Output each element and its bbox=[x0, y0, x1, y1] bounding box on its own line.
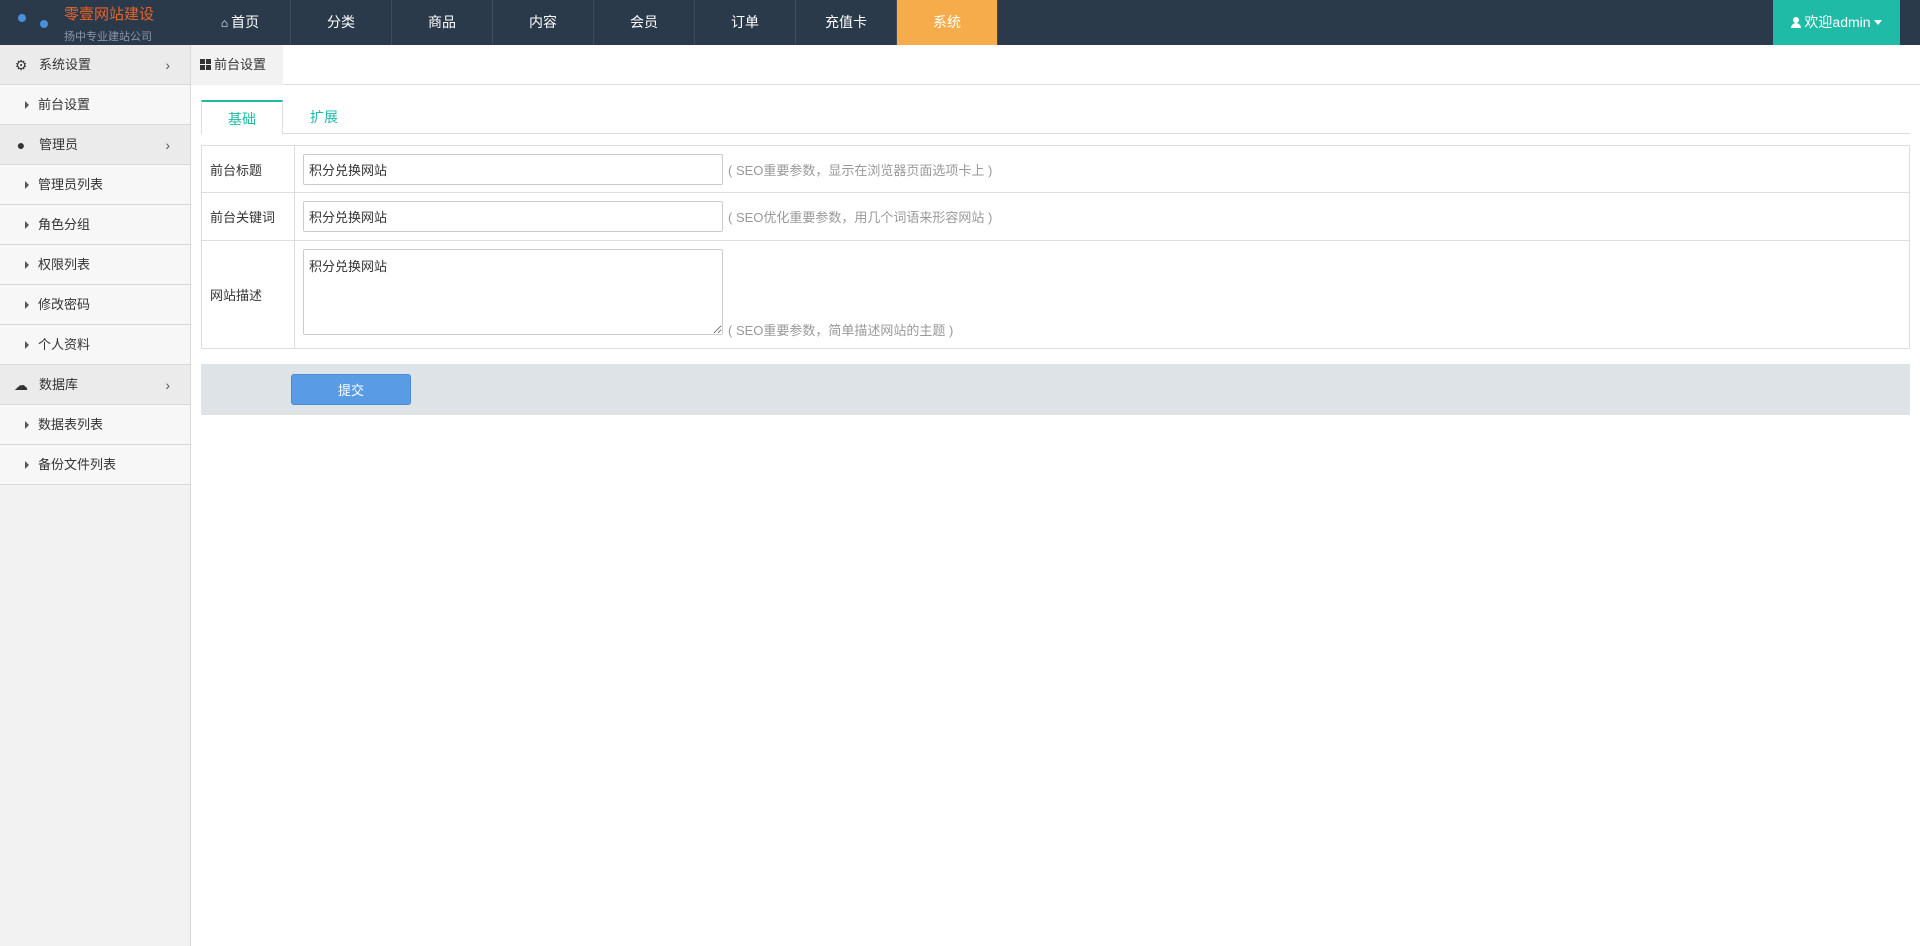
nav-item-member[interactable]: 会员 bbox=[594, 0, 695, 45]
site-title-input[interactable] bbox=[303, 153, 723, 185]
sidebar-group-label: 数据库 bbox=[39, 377, 79, 392]
form-actions: 提交 bbox=[201, 364, 1910, 415]
nav-item-category[interactable]: 分类 bbox=[291, 0, 392, 45]
sidebar-item-label: 修改密码 bbox=[38, 297, 91, 312]
top-navbar: 零壹网站建设 扬中专业建站公司 ⌂ 首页 分类 商品 内容 会员 订单 充值卡 系… bbox=[0, 0, 1920, 45]
sidebar-item-change-password[interactable]: 修改密码 bbox=[0, 285, 190, 325]
sidebar-item-role-groups[interactable]: 角色分组 bbox=[0, 205, 190, 245]
page-tab-label: 前台设置 bbox=[214, 57, 267, 72]
site-description-textarea[interactable]: 积分兑换网站 bbox=[303, 249, 723, 335]
sidebar-item-backup-list[interactable]: 备份文件列表 bbox=[0, 445, 190, 485]
field-cell: ( SEO重要参数，显示在浏览器页面选项卡上 ) bbox=[295, 146, 1909, 192]
caret-right-icon bbox=[25, 421, 29, 429]
field-hint: ( SEO重要参数，显示在浏览器页面选项卡上 ) bbox=[728, 162, 993, 178]
tab-basic[interactable]: 基础 bbox=[201, 100, 283, 135]
main-nav: ⌂ 首页 分类 商品 内容 会员 订单 充值卡 系统 bbox=[190, 0, 998, 45]
field-cell: ( SEO优化重要参数，用几个词语来形容网站 ) bbox=[295, 193, 1909, 240]
page-tab-bar: 前台设置 bbox=[191, 45, 1920, 85]
sidebar-group-system-settings[interactable]: ⚙ 系统设置 › bbox=[0, 45, 190, 85]
caret-right-icon bbox=[25, 261, 29, 269]
nav-item-goods[interactable]: 商品 bbox=[392, 0, 493, 45]
sidebar-item-label: 个人资料 bbox=[38, 337, 91, 352]
grid-icon bbox=[200, 59, 211, 70]
sidebar-group-admin[interactable]: ● 管理员 › bbox=[0, 125, 190, 165]
nav-item-label: 商品 bbox=[428, 14, 456, 30]
field-cell: 积分兑换网站 ( SEO重要参数，简单描述网站的主题 ) bbox=[295, 241, 1909, 348]
brand-subtitle: 扬中专业建站公司 bbox=[64, 31, 152, 43]
brand-logo[interactable]: 零壹网站建设 扬中专业建站公司 bbox=[0, 0, 190, 45]
field-label: 前台关键词 bbox=[202, 193, 295, 240]
chevron-right-icon: › bbox=[165, 377, 170, 393]
sidebar: ⚙ 系统设置 › 前台设置 ● 管理员 › 管理员列表 角色分组 权限列表 修改… bbox=[0, 45, 191, 946]
nav-item-home[interactable]: ⌂ 首页 bbox=[190, 0, 291, 45]
user-menu-label: 欢迎admin bbox=[1804, 14, 1871, 30]
nav-item-label: 充值卡 bbox=[825, 14, 867, 30]
page-tab-frontend-settings[interactable]: 前台设置 bbox=[191, 45, 283, 85]
nav-item-label: 系统 bbox=[933, 14, 961, 30]
field-hint: ( SEO重要参数，简单描述网站的主题 ) bbox=[728, 323, 954, 338]
form-row-title: 前台标题 ( SEO重要参数，显示在浏览器页面选项卡上 ) bbox=[202, 146, 1909, 193]
sidebar-group-database[interactable]: ☁ 数据库 › bbox=[0, 365, 190, 405]
person-icon: ● bbox=[16, 137, 26, 153]
field-hint: ( SEO优化重要参数，用几个词语来形容网站 ) bbox=[728, 210, 993, 225]
caret-right-icon bbox=[25, 301, 29, 309]
caret-down-icon bbox=[1873, 20, 1882, 25]
form-tabs: 基础 扩展 bbox=[201, 100, 1910, 135]
sidebar-item-label: 备份文件列表 bbox=[38, 457, 117, 472]
tab-extended[interactable]: 扩展 bbox=[283, 100, 365, 134]
user-icon bbox=[1791, 17, 1802, 28]
sidebar-item-label: 数据表列表 bbox=[38, 417, 104, 432]
caret-right-icon bbox=[25, 101, 29, 109]
caret-right-icon bbox=[25, 221, 29, 229]
caret-right-icon bbox=[25, 341, 29, 349]
brand-title: 零壹网站建设 bbox=[64, 5, 155, 23]
sidebar-item-label: 前台设置 bbox=[38, 97, 91, 112]
sidebar-group-label: 管理员 bbox=[39, 137, 79, 152]
sidebar-item-frontend-settings[interactable]: 前台设置 bbox=[0, 85, 190, 125]
caret-right-icon bbox=[25, 181, 29, 189]
nav-item-label: 会员 bbox=[630, 14, 658, 30]
nav-item-label: 首页 bbox=[231, 14, 260, 30]
settings-form: 前台标题 ( SEO重要参数，显示在浏览器页面选项卡上 ) 前台关键词 ( SE… bbox=[201, 145, 1910, 349]
chevron-right-icon: › bbox=[165, 57, 170, 73]
nav-item-label: 内容 bbox=[529, 14, 557, 30]
nav-item-system[interactable]: 系统 bbox=[897, 0, 998, 45]
sidebar-item-label: 权限列表 bbox=[38, 257, 91, 272]
sidebar-item-table-list[interactable]: 数据表列表 bbox=[0, 405, 190, 445]
site-keywords-input[interactable] bbox=[303, 201, 723, 232]
home-icon: ⌂ bbox=[220, 16, 229, 30]
caret-right-icon bbox=[25, 461, 29, 469]
sidebar-item-label: 角色分组 bbox=[38, 217, 91, 232]
submit-button[interactable]: 提交 bbox=[291, 374, 411, 405]
form-row-description: 网站描述 积分兑换网站 ( SEO重要参数，简单描述网站的主题 ) bbox=[202, 241, 1909, 348]
user-menu-button[interactable]: 欢迎admin bbox=[1773, 0, 1900, 45]
nav-item-order[interactable]: 订单 bbox=[695, 0, 796, 45]
chevron-right-icon: › bbox=[165, 137, 170, 153]
nav-item-label: 分类 bbox=[327, 14, 355, 30]
nav-item-label: 订单 bbox=[731, 14, 759, 30]
nav-item-recharge-card[interactable]: 充值卡 bbox=[796, 0, 897, 45]
sidebar-item-label: 管理员列表 bbox=[38, 177, 104, 192]
field-label: 前台标题 bbox=[202, 146, 295, 192]
nav-item-content[interactable]: 内容 bbox=[493, 0, 594, 45]
form-row-keywords: 前台关键词 ( SEO优化重要参数，用几个词语来形容网站 ) bbox=[202, 193, 1909, 241]
sidebar-item-profile[interactable]: 个人资料 bbox=[0, 325, 190, 365]
sidebar-group-label: 系统设置 bbox=[39, 57, 92, 72]
field-label: 网站描述 bbox=[202, 241, 295, 348]
gears-icon: ⚙ bbox=[14, 57, 28, 73]
sidebar-item-admin-list[interactable]: 管理员列表 bbox=[0, 165, 190, 205]
sidebar-item-permission-list[interactable]: 权限列表 bbox=[0, 245, 190, 285]
cloud-icon: ☁ bbox=[14, 377, 28, 393]
